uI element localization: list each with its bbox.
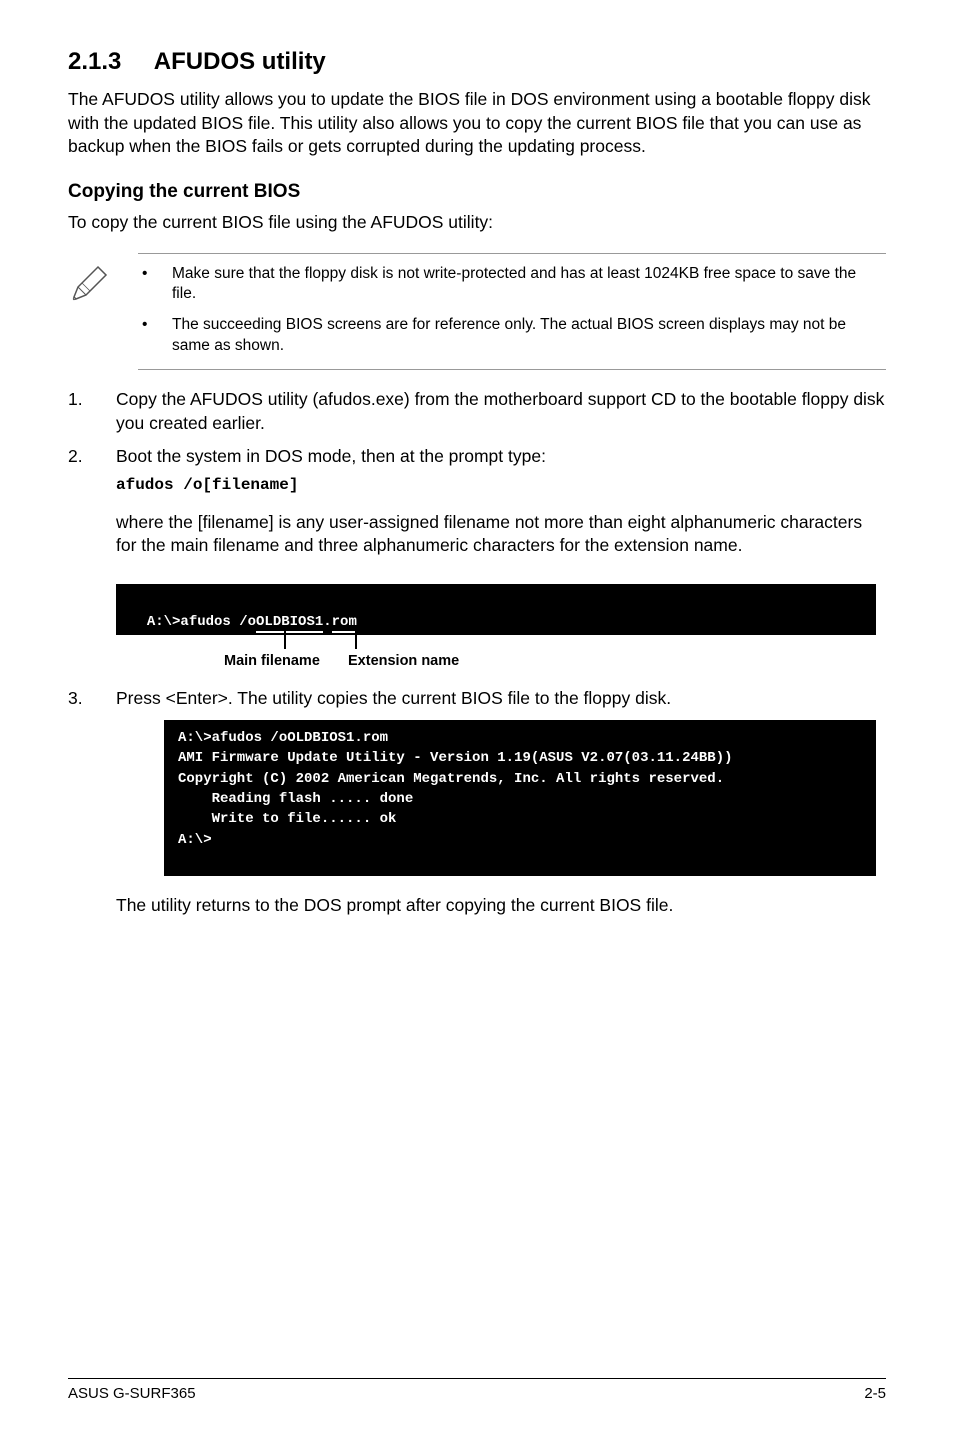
section-number: 2.1.3 — [68, 48, 148, 76]
pencil-icon — [68, 253, 116, 371]
note-content: • Make sure that the floppy disk is not … — [138, 253, 886, 371]
footer-page-number: 2-5 — [864, 1385, 886, 1402]
step-number: 2. — [68, 445, 90, 496]
closing-text: The utility returns to the DOS prompt af… — [116, 894, 886, 918]
where-clause: where the [filename] is any user-assigne… — [116, 511, 886, 558]
intro-paragraph: The AFUDOS utility allows you to update … — [68, 88, 886, 159]
section-title-text: AFUDOS utility — [154, 48, 326, 75]
terminal-line: A:\>afudos /oOLDBIOS1.rom — [147, 614, 357, 633]
subintro-text: To copy the current BIOS file using the … — [68, 211, 886, 235]
step-text: Press <Enter>. The utility copies the cu… — [116, 687, 886, 711]
bullet-icon: • — [142, 264, 154, 306]
step-number: 1. — [68, 388, 90, 435]
sub-heading: Copying the current BIOS — [68, 181, 886, 203]
note-box: • Make sure that the floppy disk is not … — [68, 253, 886, 371]
note-text: Make sure that the floppy disk is not wr… — [172, 264, 882, 306]
step-number: 3. — [68, 687, 90, 711]
list-item: 2. Boot the system in DOS mode, then at … — [68, 445, 886, 496]
note-text: The succeeding BIOS screens are for refe… — [172, 315, 882, 357]
bullet-icon: • — [142, 315, 154, 357]
note-item: • The succeeding BIOS screens are for re… — [142, 315, 882, 357]
section-heading: 2.1.3 AFUDOS utility — [68, 48, 886, 76]
terminal-output-1: A:\>afudos /oOLDBIOS1.rom — [116, 584, 876, 635]
note-item: • Make sure that the floppy disk is not … — [142, 264, 882, 306]
page-footer: ASUS G-SURF365 2-5 — [68, 1378, 886, 1402]
terminal-output-2: A:\>afudos /oOLDBIOS1.rom AMI Firmware U… — [164, 720, 876, 876]
numbered-list: 1. Copy the AFUDOS utility (afudos.exe) … — [68, 388, 886, 496]
footer-left: ASUS G-SURF365 — [68, 1385, 196, 1402]
step-text: Copy the AFUDOS utility (afudos.exe) fro… — [116, 388, 886, 435]
main-filename-label: Main filename — [224, 653, 320, 669]
filename-markers: Main filename Extension name — [116, 635, 886, 687]
extension-name-label: Extension name — [348, 653, 459, 669]
code-command: afudos /o[filename] — [116, 475, 886, 497]
list-item: 3. Press <Enter>. The utility copies the… — [68, 687, 886, 711]
list-item: 1. Copy the AFUDOS utility (afudos.exe) … — [68, 388, 886, 435]
step-text: Boot the system in DOS mode, then at the… — [116, 445, 886, 469]
